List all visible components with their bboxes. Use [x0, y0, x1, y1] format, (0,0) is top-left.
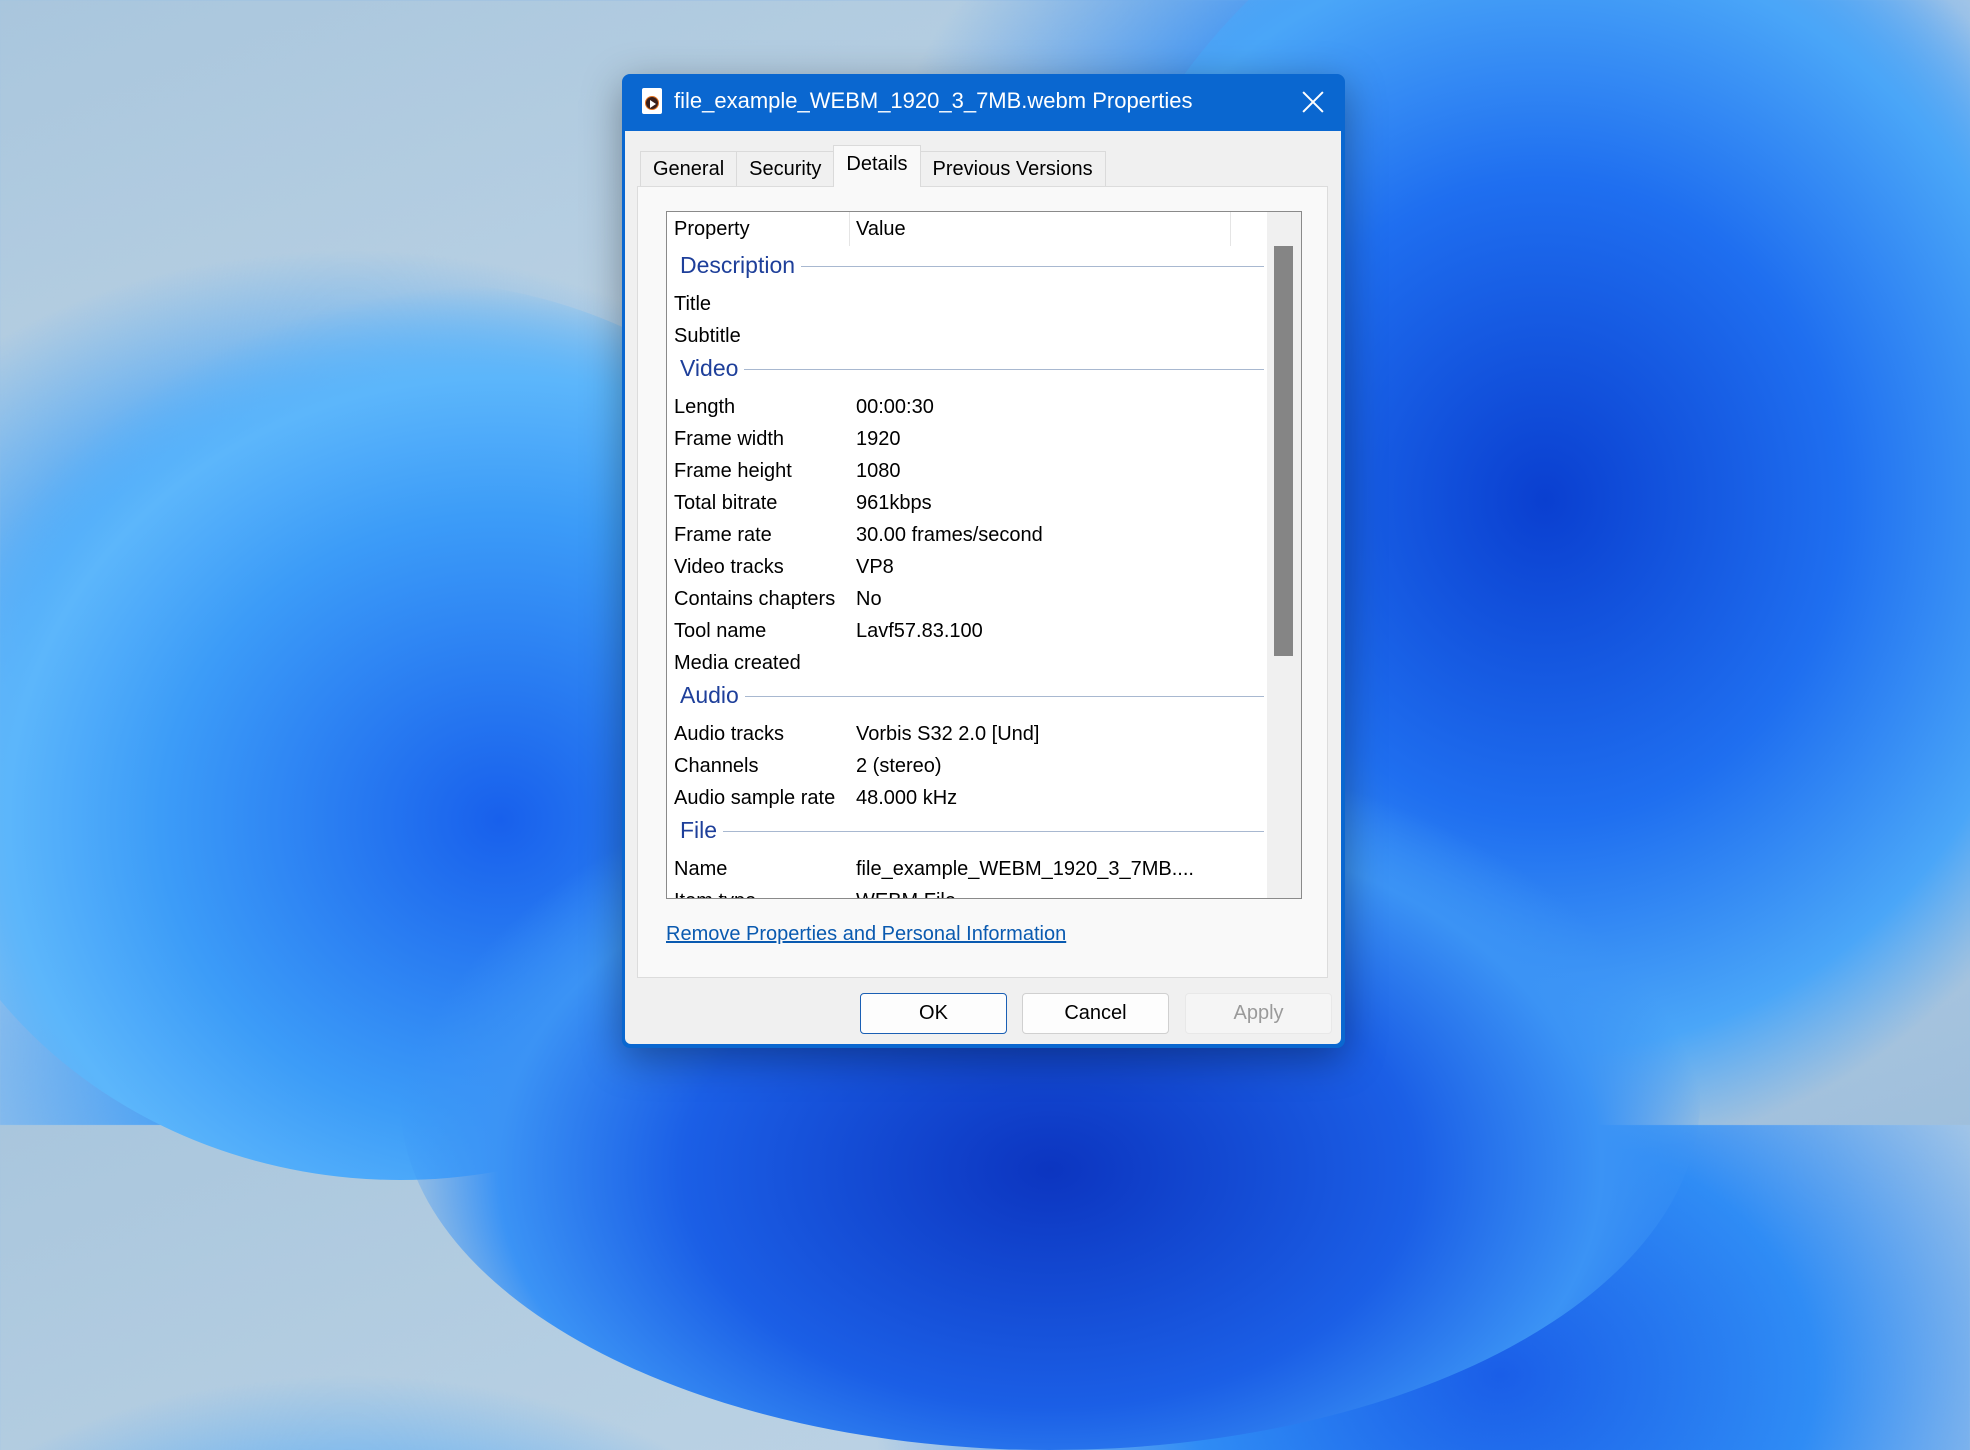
property-name: Tool name — [674, 620, 767, 642]
list-header: Property Value — [667, 212, 1267, 246]
group-label: Description — [680, 252, 802, 279]
remove-properties-link[interactable]: Remove Properties and Personal Informati… — [666, 923, 1066, 946]
property-name: Subtitle — [674, 325, 741, 347]
group-header[interactable]: File — [667, 815, 1267, 854]
property-name: Item type — [674, 890, 756, 898]
property-name: Audio sample rate — [674, 787, 836, 809]
property-row[interactable]: Frame width 1920 — [667, 424, 1267, 456]
property-name: Name — [674, 858, 728, 880]
group-label: Video — [680, 355, 745, 382]
property-name: Media created — [674, 652, 801, 674]
property-row[interactable]: Length 00:00:30 — [667, 392, 1267, 424]
property-value[interactable]: 961kbps — [856, 492, 932, 515]
property-value[interactable]: file_example_WEBM_1920_3_7MB.... — [856, 858, 1194, 881]
column-header-value[interactable]: Value — [856, 218, 906, 241]
property-row[interactable]: Media created — [667, 648, 1267, 680]
scrollbar-thumb[interactable] — [1274, 246, 1293, 656]
property-rows: Description Title Subtitle Video Length 00:00… — [667, 250, 1267, 898]
ok-button[interactable]: OK — [860, 993, 1007, 1034]
property-row[interactable]: Tool name Lavf57.83.100 — [667, 616, 1267, 648]
close-button[interactable] — [1295, 84, 1331, 120]
property-row[interactable]: Frame height 1080 — [667, 456, 1267, 488]
group-divider — [680, 696, 1264, 697]
tab-general[interactable]: General — [640, 151, 738, 187]
group-label: File — [680, 817, 724, 844]
cancel-button[interactable]: Cancel — [1022, 993, 1169, 1034]
property-value[interactable]: 48.000 kHz — [856, 787, 957, 810]
property-value[interactable]: WEBM File — [856, 890, 956, 898]
property-row[interactable]: Title — [667, 289, 1267, 321]
property-row[interactable]: Audio tracks Vorbis S32 2.0 [Und] — [667, 719, 1267, 751]
group-header[interactable]: Audio — [667, 680, 1267, 719]
tab-details[interactable]: Details — [833, 145, 921, 187]
property-value[interactable]: 1920 — [856, 428, 901, 451]
property-value[interactable]: 1080 — [856, 460, 901, 483]
property-row[interactable]: Video tracks VP8 — [667, 552, 1267, 584]
property-row[interactable]: Subtitle — [667, 321, 1267, 353]
group-label: Audio — [680, 682, 745, 709]
property-name: Contains chapters — [674, 588, 836, 610]
column-divider[interactable] — [1230, 212, 1231, 246]
property-name: Title — [674, 293, 712, 315]
property-row[interactable]: Channels 2 (stereo) — [667, 751, 1267, 783]
property-name: Video tracks — [674, 556, 784, 578]
property-name: Frame height — [674, 460, 792, 482]
vertical-scrollbar[interactable] — [1267, 212, 1301, 898]
tab-strip: General Security Details Previous Versio… — [640, 145, 1106, 187]
property-row[interactable]: Item type WEBM File — [667, 886, 1267, 898]
property-value[interactable]: 00:00:30 — [856, 396, 934, 419]
properties-dialog: file_example_WEBM_1920_3_7MB.webm Proper… — [622, 74, 1345, 1048]
dialog-title: file_example_WEBM_1920_3_7MB.webm Proper… — [674, 88, 1193, 113]
property-value[interactable]: 30.00 frames/second — [856, 524, 1043, 547]
property-row[interactable]: Frame rate 30.00 frames/second — [667, 520, 1267, 552]
tab-previous-versions[interactable]: Previous Versions — [919, 151, 1106, 187]
property-value[interactable]: No — [856, 588, 882, 611]
group-header[interactable]: Video — [667, 353, 1267, 392]
property-row[interactable]: Name file_example_WEBM_1920_3_7MB.... — [667, 854, 1267, 886]
property-row[interactable]: Contains chapters No — [667, 584, 1267, 616]
property-name: Audio tracks — [674, 723, 785, 745]
tab-security[interactable]: Security — [736, 151, 835, 187]
group-divider — [680, 831, 1264, 832]
title-bar[interactable]: file_example_WEBM_1920_3_7MB.webm Proper… — [622, 74, 1345, 131]
group-divider — [680, 369, 1264, 370]
property-value[interactable]: VP8 — [856, 556, 894, 579]
property-value[interactable]: Lavf57.83.100 — [856, 620, 983, 643]
column-divider[interactable] — [849, 212, 850, 246]
property-name: Total bitrate — [674, 492, 778, 514]
dialog-client: General Security Details Previous Versio… — [625, 131, 1341, 1044]
details-panel: Property Value Description Title Subtitle V… — [637, 186, 1328, 978]
property-name: Frame width — [674, 428, 785, 450]
apply-button[interactable]: Apply — [1185, 993, 1332, 1034]
property-row[interactable]: Audio sample rate 48.000 kHz — [667, 783, 1267, 815]
property-name: Length — [674, 396, 736, 418]
video-file-icon — [642, 88, 662, 114]
property-row[interactable]: Total bitrate 961kbps — [667, 488, 1267, 520]
property-name: Frame rate — [674, 524, 772, 546]
property-name: Channels — [674, 755, 759, 777]
column-header-property[interactable]: Property — [674, 218, 750, 241]
property-value[interactable]: Vorbis S32 2.0 [Und] — [856, 723, 1039, 746]
property-value[interactable]: 2 (stereo) — [856, 755, 942, 778]
group-header[interactable]: Description — [667, 250, 1267, 289]
properties-list[interactable]: Property Value Description Title Subtitle V… — [666, 211, 1302, 899]
